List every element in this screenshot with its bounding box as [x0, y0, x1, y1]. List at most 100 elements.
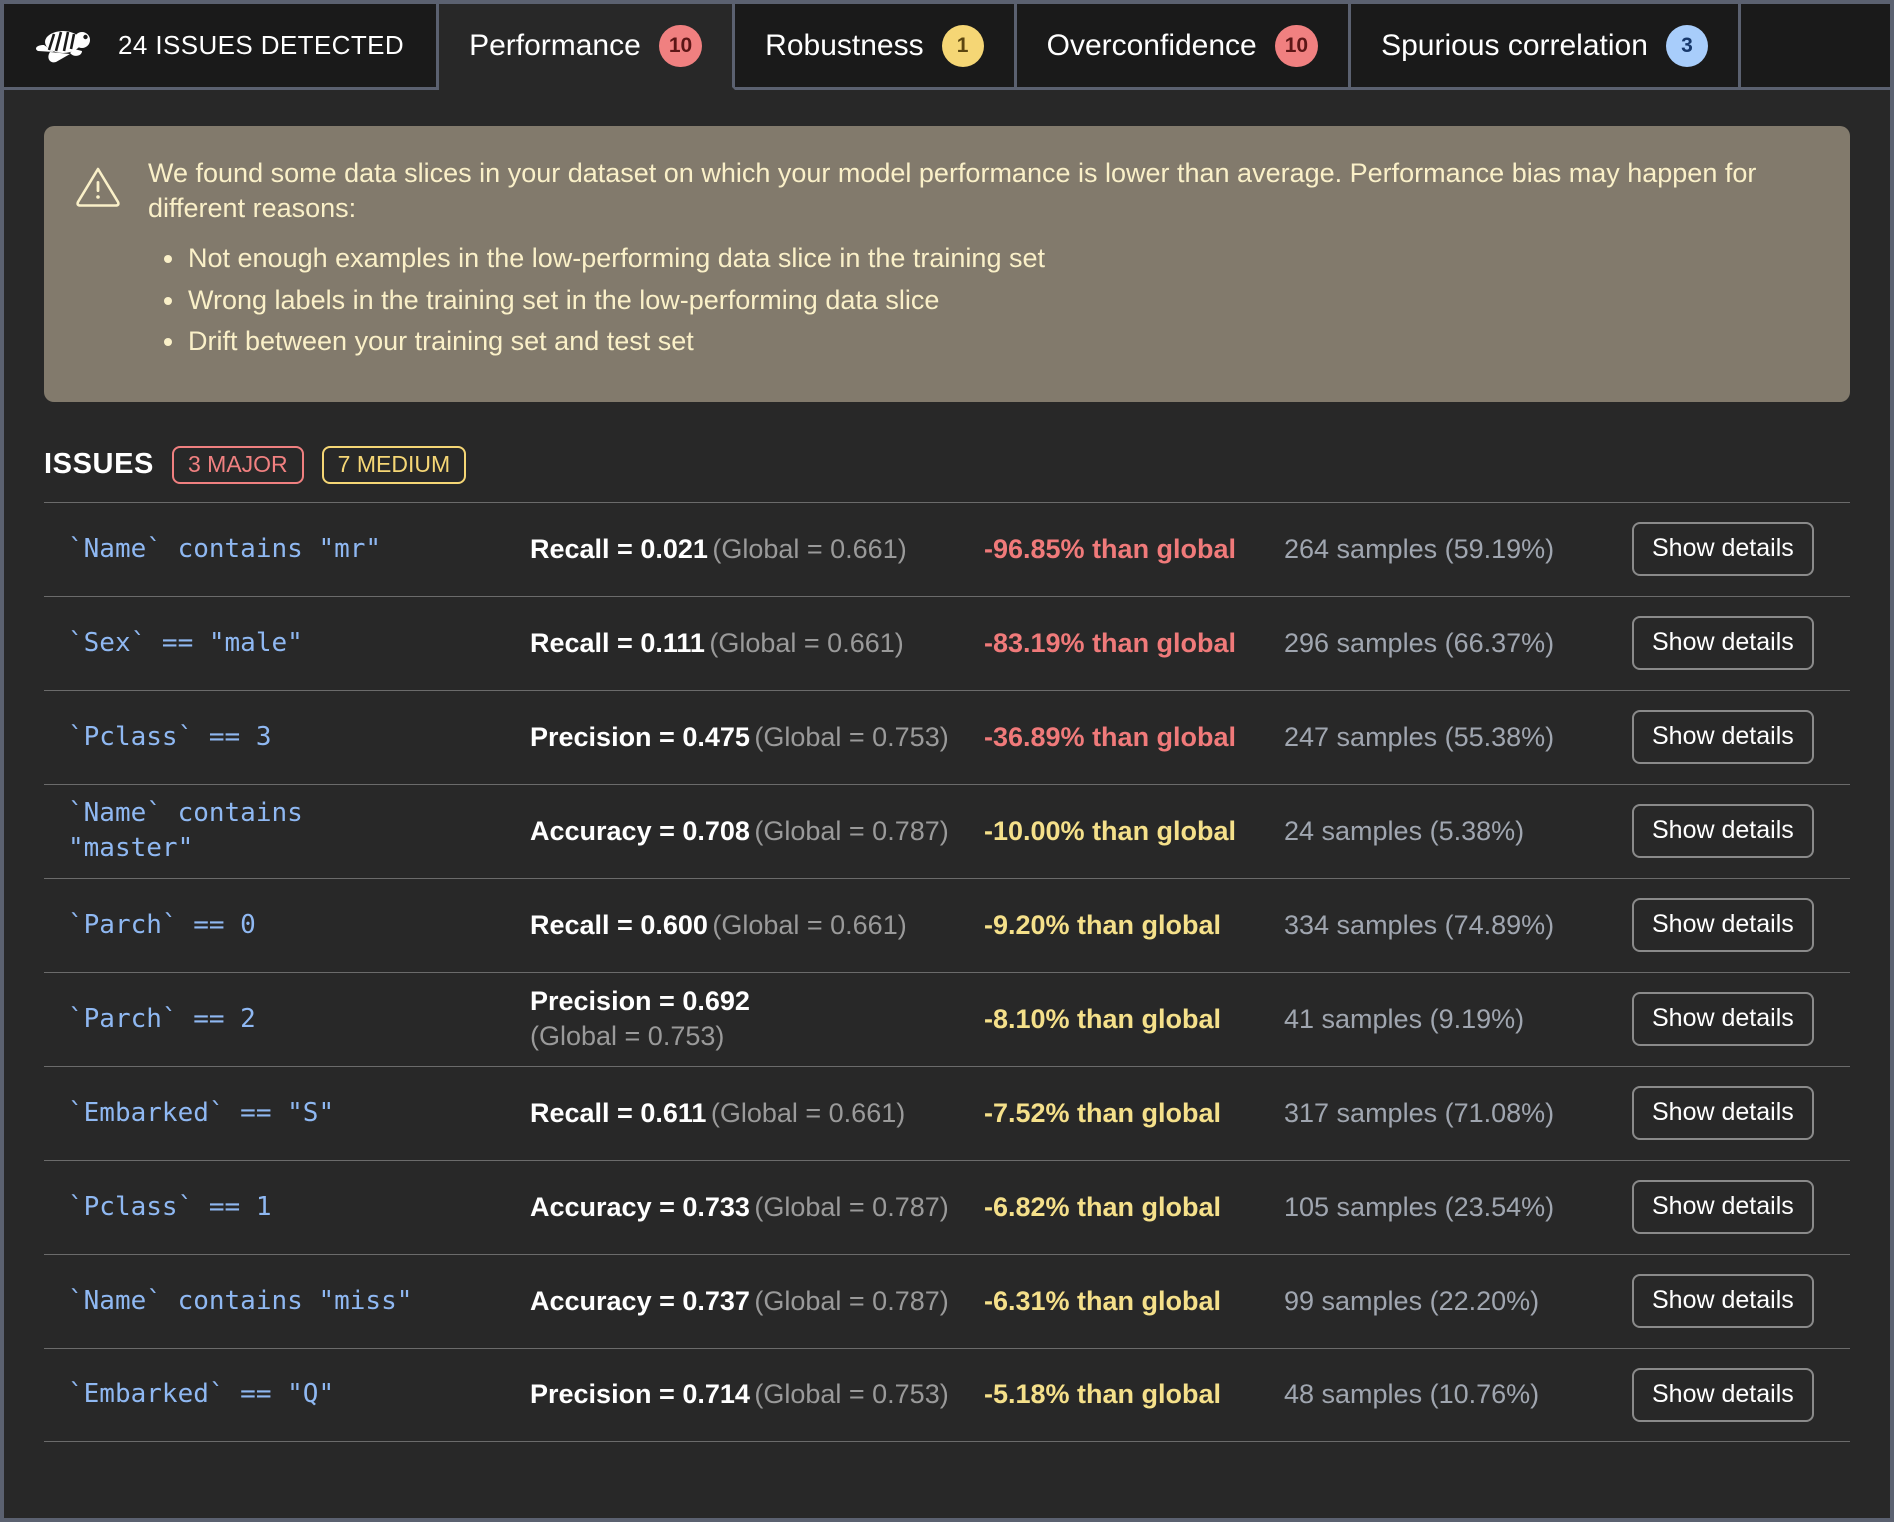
- issue-slice-cell: `Sex` == "male": [44, 626, 524, 661]
- issue-samples-value: 41 samples (9.19%): [1284, 1004, 1524, 1034]
- issue-metric-cell: Accuracy = 0.733 (Global = 0.787): [524, 1192, 984, 1223]
- show-details-button[interactable]: Show details: [1632, 898, 1814, 952]
- issue-samples-cell: 99 samples (22.20%): [1284, 1286, 1614, 1317]
- tab-bar: 24 ISSUES DETECTED Performance 10 Robust…: [4, 4, 1890, 90]
- scan-report-panel: 24 ISSUES DETECTED Performance 10 Robust…: [0, 0, 1894, 1522]
- issue-delta-cell: -7.52% than global: [984, 1098, 1284, 1129]
- issue-slice-expression: `Parch` == 2: [68, 1004, 256, 1034]
- issue-delta-value: -7.52% than global: [984, 1098, 1221, 1128]
- show-details-button[interactable]: Show details: [1632, 1274, 1814, 1328]
- issue-samples-value: 48 samples (10.76%): [1284, 1379, 1539, 1409]
- issue-delta-value: -36.89% than global: [984, 722, 1236, 752]
- issue-slice-expression: `Embarked` == "S": [68, 1098, 334, 1128]
- issue-action-cell: Show details: [1614, 992, 1850, 1046]
- issue-samples-cell: 247 samples (55.38%): [1284, 722, 1614, 753]
- issue-metric-value: Precision = 0.692: [530, 986, 750, 1016]
- issues-detected-label: 24 ISSUES DETECTED: [118, 30, 404, 61]
- issue-delta-cell: -6.82% than global: [984, 1192, 1284, 1223]
- issue-delta-cell: -8.10% than global: [984, 1004, 1284, 1035]
- alert-message: We found some data slices in your datase…: [148, 156, 1816, 225]
- show-details-button[interactable]: Show details: [1632, 1086, 1814, 1140]
- issue-metric-global: (Global = 0.787): [754, 816, 948, 846]
- issue-action-cell: Show details: [1614, 710, 1850, 764]
- issue-delta-cell: -96.85% than global: [984, 534, 1284, 565]
- table-row: `Embarked` == "Q" Precision = 0.714 (Glob…: [44, 1348, 1850, 1442]
- issue-metric-cell: Accuracy = 0.737 (Global = 0.787): [524, 1286, 984, 1317]
- tab-performance-count: 10: [659, 25, 702, 67]
- issue-action-cell: Show details: [1614, 898, 1850, 952]
- issue-action-cell: Show details: [1614, 1368, 1850, 1422]
- show-details-button[interactable]: Show details: [1632, 1180, 1814, 1234]
- show-details-button[interactable]: Show details: [1632, 1368, 1814, 1422]
- issue-samples-value: 296 samples (66.37%): [1284, 628, 1554, 658]
- show-details-button[interactable]: Show details: [1632, 804, 1814, 858]
- issue-metric-value: Precision = 0.475: [530, 722, 750, 752]
- tab-performance[interactable]: Performance 10: [439, 4, 735, 90]
- issue-metric-global: (Global = 0.661): [709, 628, 903, 658]
- issue-delta-value: -9.20% than global: [984, 910, 1221, 940]
- issue-delta-value: -5.18% than global: [984, 1379, 1221, 1409]
- issue-metric-cell: Recall = 0.111 (Global = 0.661): [524, 628, 984, 659]
- issues-header: ISSUES 3 MAJOR 7 MEDIUM: [44, 446, 1850, 484]
- issue-metric-value: Recall = 0.021: [530, 534, 708, 564]
- issue-delta-value: -6.82% than global: [984, 1192, 1221, 1222]
- issue-metric-global: (Global = 0.787): [754, 1286, 948, 1316]
- issue-metric-global: (Global = 0.753): [754, 722, 948, 752]
- table-row: `Name` contains "miss" Accuracy = 0.737 (…: [44, 1254, 1850, 1348]
- tab-spurious-correlation[interactable]: Spurious correlation 3: [1351, 4, 1741, 87]
- show-details-button[interactable]: Show details: [1632, 522, 1814, 576]
- issue-samples-value: 105 samples (23.54%): [1284, 1192, 1554, 1222]
- issue-samples-cell: 105 samples (23.54%): [1284, 1192, 1614, 1223]
- issue-slice-expression: `Parch` == 0: [68, 910, 256, 940]
- performance-bias-alert: We found some data slices in your datase…: [44, 126, 1850, 402]
- issue-action-cell: Show details: [1614, 1274, 1850, 1328]
- alert-body: We found some data slices in your datase…: [148, 156, 1816, 366]
- table-row: `Name` contains "mr"Recall = 0.021 (Glob…: [44, 502, 1850, 596]
- issue-slice-expression: `Name` contains "miss": [68, 1286, 412, 1316]
- issue-delta-cell: -9.20% than global: [984, 910, 1284, 941]
- table-row: `Parch` == 0 Recall = 0.600 (Global = 0.6…: [44, 878, 1850, 972]
- table-row: `Embarked` == "S"Recall = 0.611 (Global …: [44, 1066, 1850, 1160]
- tab-robustness[interactable]: Robustness 1: [735, 4, 1016, 87]
- issue-slice-cell: `Name` contains "master": [44, 796, 524, 866]
- table-row: `Pclass` == 3 Precision = 0.475 (Global =…: [44, 690, 1850, 784]
- issue-slice-expression: `Sex` == "male": [68, 628, 303, 658]
- issue-metric-value: Recall = 0.600: [530, 910, 708, 940]
- issue-slice-expression: `Embarked` == "Q": [68, 1379, 334, 1409]
- table-row: `Name` contains "master"Accuracy = 0.708…: [44, 784, 1850, 878]
- issue-samples-cell: 296 samples (66.37%): [1284, 628, 1614, 659]
- issue-metric-cell: Recall = 0.600 (Global = 0.661): [524, 910, 984, 941]
- issue-slice-cell: `Name` contains "mr": [44, 532, 524, 567]
- issue-metric-global: (Global = 0.753): [530, 1021, 984, 1052]
- issue-delta-value: -8.10% than global: [984, 1004, 1221, 1034]
- issue-metric-cell: Precision = 0.475 (Global = 0.753): [524, 722, 984, 753]
- issue-metric-cell: Recall = 0.021 (Global = 0.661): [524, 534, 984, 565]
- issue-slice-cell: `Embarked` == "S": [44, 1096, 524, 1131]
- show-details-button[interactable]: Show details: [1632, 710, 1814, 764]
- issue-slice-expression: `Pclass` == 1: [68, 1192, 272, 1222]
- issue-delta-cell: -83.19% than global: [984, 628, 1284, 659]
- issue-action-cell: Show details: [1614, 1180, 1850, 1234]
- issue-delta-value: -10.00% than global: [984, 816, 1236, 846]
- issue-metric-value: Recall = 0.111: [530, 628, 705, 658]
- issue-metric-global: (Global = 0.661): [712, 910, 906, 940]
- tab-spurious-correlation-count: 3: [1666, 25, 1708, 67]
- alert-reason-list: Not enough examples in the low-performin…: [148, 241, 1816, 359]
- tab-overconfidence[interactable]: Overconfidence 10: [1017, 4, 1351, 87]
- alert-reason-item: Wrong labels in the training set in the …: [148, 283, 1816, 318]
- issue-metric-value: Accuracy = 0.733: [530, 1192, 750, 1222]
- issue-metric-global: (Global = 0.753): [754, 1379, 948, 1409]
- issue-metric-cell: Precision = 0.714 (Global = 0.753): [524, 1379, 984, 1410]
- show-details-button[interactable]: Show details: [1632, 992, 1814, 1046]
- issues-table: `Name` contains "mr"Recall = 0.021 (Glob…: [44, 502, 1850, 1442]
- issue-metric-global: (Global = 0.787): [754, 1192, 948, 1222]
- show-details-button[interactable]: Show details: [1632, 616, 1814, 670]
- table-row: `Sex` == "male" Recall = 0.111 (Global = …: [44, 596, 1850, 690]
- giskard-turtle-icon: [34, 26, 96, 66]
- issue-slice-cell: `Pclass` == 3: [44, 720, 524, 755]
- issue-metric-global: (Global = 0.661): [711, 1098, 905, 1128]
- issues-title: ISSUES: [44, 448, 154, 481]
- issue-slice-expression: `Pclass` == 3: [68, 722, 272, 752]
- issue-slice-cell: `Embarked` == "Q": [44, 1377, 524, 1412]
- medium-count-pill: 7 MEDIUM: [322, 446, 466, 484]
